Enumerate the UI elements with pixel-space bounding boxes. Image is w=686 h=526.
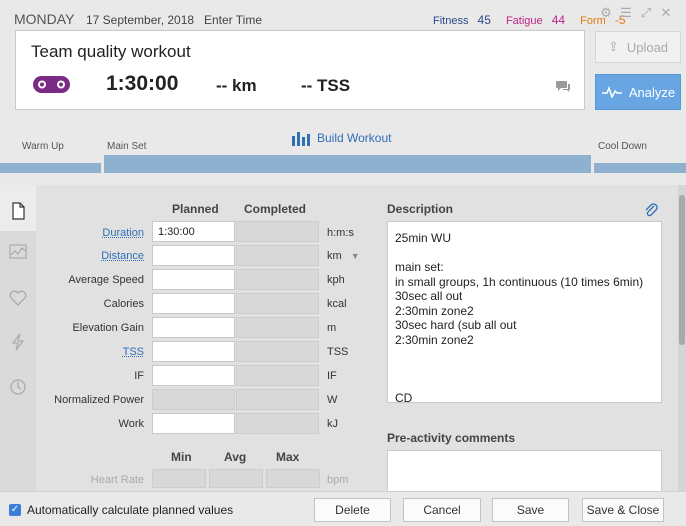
duration-label[interactable]: Duration <box>34 227 144 239</box>
scrollbar-thumb[interactable] <box>679 195 685 345</box>
calories-unit: kcal <box>327 298 347 310</box>
build-workout-button[interactable]: Build Workout <box>291 130 391 146</box>
menu-icon[interactable]: ☰ <box>619 6 633 20</box>
elevation-unit: m <box>327 322 337 334</box>
summary-tss: -- TSS <box>301 76 351 95</box>
description-title: Description <box>387 202 454 216</box>
close-icon[interactable]: ✕ <box>659 6 673 20</box>
fitness-label: Fitness <box>433 15 469 27</box>
workout-title[interactable]: Team quality workout <box>31 42 191 62</box>
main-set-segment[interactable] <box>104 155 591 173</box>
avg-header: Avg <box>224 450 247 464</box>
tss-unit: TSS <box>327 346 349 358</box>
np-unit: W <box>327 394 338 406</box>
calories-completed-input <box>236 293 319 314</box>
hr-avg-input <box>209 469 263 488</box>
pre-activity-title: Pre-activity comments <box>387 431 516 445</box>
pre-activity-textarea[interactable] <box>387 450 662 492</box>
summary-duration: 1:30:00 <box>106 72 179 95</box>
lightning-icon[interactable] <box>9 333 27 351</box>
avg-speed-completed-input <box>236 269 319 290</box>
if-planned-input[interactable] <box>152 365 235 386</box>
chart-icon[interactable] <box>9 243 27 261</box>
np-planned-input <box>152 389 235 410</box>
distance-unit-select[interactable]: km ▼ <box>327 250 360 262</box>
tss-completed-input <box>236 341 319 362</box>
gear-icon[interactable]: ⚙ <box>599 6 613 20</box>
details-sidebar <box>0 185 36 491</box>
description-textarea[interactable]: 25min WU main set: in small groups, 1h c… <box>387 221 662 405</box>
date-label: 17 September, 2018 <box>86 13 195 27</box>
avg-speed-unit: kph <box>327 274 345 286</box>
footer-bar: ✓ Automatically calculate planned values… <box>0 491 686 526</box>
min-header: Min <box>171 450 192 464</box>
day-label: MONDAY <box>14 11 75 27</box>
summary-distance: -- km <box>216 76 257 95</box>
workout-structure-graph[interactable] <box>0 155 686 175</box>
work-completed-input <box>236 413 319 434</box>
work-label: Work <box>118 418 144 430</box>
heart-rate-label: Heart Rate <box>90 474 144 486</box>
avg-speed-planned-input[interactable] <box>152 269 235 290</box>
clock-icon[interactable] <box>9 378 27 396</box>
cool-down-segment[interactable] <box>594 163 686 173</box>
normalized-power-label: Normalized Power <box>54 394 144 406</box>
tss-label[interactable]: TSS <box>34 346 144 358</box>
cancel-button[interactable]: Cancel <box>403 498 481 522</box>
if-unit: IF <box>327 370 337 382</box>
workout-header: MONDAY 17 September, 2018 Enter Time Fit… <box>0 0 686 185</box>
chevron-down-icon: ▼ <box>350 251 360 261</box>
average-speed-label: Average Speed <box>68 274 144 286</box>
enter-time-link[interactable]: Enter Time <box>204 13 262 27</box>
warm-up-segment[interactable] <box>0 163 101 173</box>
paperclip-icon[interactable] <box>644 202 658 218</box>
duration-unit: h:m:s <box>327 227 354 239</box>
bar-chart-icon <box>292 132 310 146</box>
cool-down-label: Cool Down <box>598 141 647 152</box>
warm-up-label: Warm Up <box>22 141 64 152</box>
distance-completed-input <box>236 245 319 266</box>
elevation-completed-input <box>236 317 319 338</box>
upload-icon: ⇪ <box>607 39 619 54</box>
fatigue-label: Fatigue <box>505 15 543 27</box>
hr-unit: bpm <box>327 474 349 486</box>
distance-planned-input[interactable] <box>152 245 235 266</box>
duration-planned-input[interactable] <box>152 221 235 242</box>
duration-completed-input <box>236 221 319 242</box>
fatigue-value: 44 <box>551 13 566 27</box>
work-planned-input[interactable] <box>152 413 235 434</box>
hr-max-input <box>266 469 320 488</box>
delete-button[interactable]: Delete <box>314 498 391 522</box>
calories-label: Calories <box>103 298 144 310</box>
completed-header: Completed <box>244 202 307 216</box>
if-completed-input <box>236 365 319 386</box>
auto-calculate-toggle[interactable]: ✓ Automatically calculate planned values <box>9 503 233 517</box>
fitness-value: 45 <box>477 13 491 27</box>
elevation-planned-input[interactable] <box>152 317 235 338</box>
distance-label[interactable]: Distance <box>34 250 144 262</box>
heart-icon[interactable] <box>9 289 27 307</box>
elevation-gain-label: Elevation Gain <box>72 322 144 334</box>
calories-planned-input[interactable] <box>152 293 235 314</box>
tss-planned-input[interactable] <box>152 341 235 362</box>
work-unit: kJ <box>327 418 338 430</box>
pulse-icon <box>601 86 622 98</box>
workout-summary-card: Team quality workout 1:30:00 -- km -- TS… <box>15 30 585 110</box>
planned-header: Planned <box>172 202 219 216</box>
hr-min-input <box>152 469 206 488</box>
checkbox-checked-icon[interactable]: ✓ <box>9 504 21 516</box>
if-label: IF <box>134 370 144 382</box>
save-button[interactable]: Save <box>492 498 569 522</box>
np-completed-input <box>236 389 319 410</box>
expand-icon[interactable]: ⤢ <box>639 6 653 20</box>
save-close-button[interactable]: Save & Close <box>582 498 664 522</box>
main-set-label: Main Set <box>107 141 147 152</box>
comments-icon[interactable] <box>556 80 571 93</box>
upload-button[interactable]: ⇪ Upload <box>595 31 681 63</box>
max-header: Max <box>276 450 300 464</box>
analyze-button[interactable]: Analyze <box>595 74 681 110</box>
scrollbar[interactable] <box>678 185 686 491</box>
bike-icon <box>33 76 70 93</box>
document-icon[interactable] <box>9 202 27 220</box>
